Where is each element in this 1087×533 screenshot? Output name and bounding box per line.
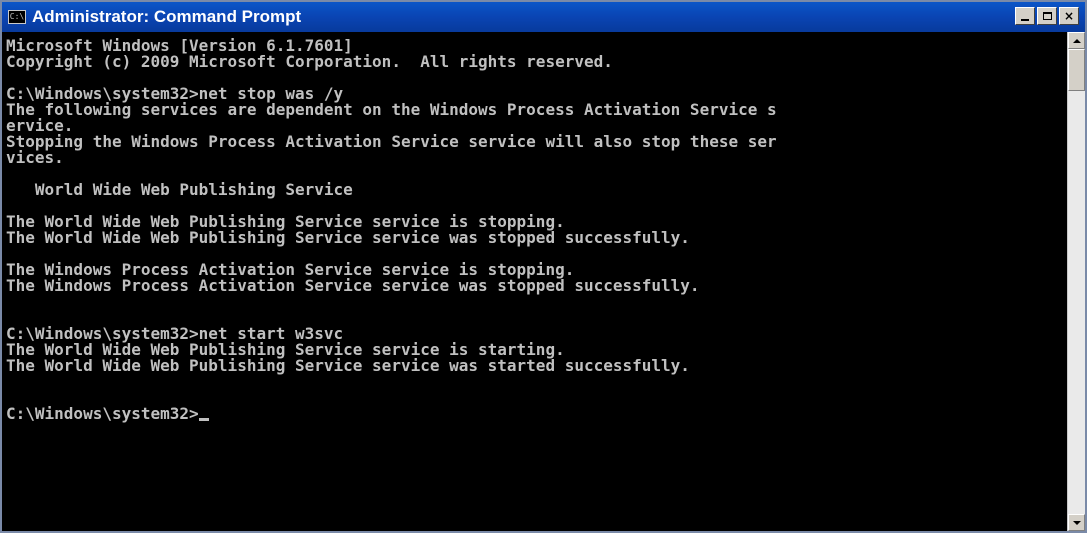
maximize-button[interactable] <box>1037 7 1057 25</box>
minimize-icon <box>1021 19 1029 21</box>
command-prompt-window: C:\ Administrator: Command Prompt × Micr… <box>0 0 1087 533</box>
title-bar[interactable]: C:\ Administrator: Command Prompt × <box>2 2 1085 32</box>
console-line: The World Wide Web Publishing Service se… <box>6 356 690 375</box>
maximize-icon <box>1042 12 1052 20</box>
command-prompt-icon[interactable]: C:\ <box>8 10 26 24</box>
console-line: World Wide Web Publishing Service <box>6 180 353 199</box>
console-lines: Microsoft Windows [Version 6.1.7601] Copy… <box>6 38 1067 406</box>
scroll-thumb[interactable] <box>1068 49 1085 91</box>
close-icon: × <box>1063 9 1075 23</box>
console-line: The World Wide Web Publishing Service se… <box>6 228 690 247</box>
current-prompt-line[interactable]: C:\Windows\system32> <box>6 406 1067 422</box>
scroll-up-button[interactable] <box>1068 32 1085 49</box>
scroll-down-button[interactable] <box>1068 514 1085 531</box>
window-title: Administrator: Command Prompt <box>32 7 302 26</box>
arrow-up-icon <box>1072 38 1081 43</box>
console-line: Copyright (c) 2009 Microsoft Corporation… <box>6 52 613 71</box>
window-controls: × <box>1015 7 1079 25</box>
vertical-scrollbar[interactable] <box>1067 32 1085 531</box>
console-line: The following services are dependent on … <box>6 100 777 119</box>
minimize-button[interactable] <box>1015 7 1035 25</box>
arrow-down-icon <box>1072 520 1081 525</box>
text-cursor <box>198 418 209 421</box>
console-line: vices. <box>6 148 64 167</box>
console-line: Stopping the Windows Process Activation … <box>6 132 777 151</box>
close-button[interactable]: × <box>1059 7 1079 25</box>
console-output[interactable]: Microsoft Windows [Version 6.1.7601] Copy… <box>2 32 1067 531</box>
prompt-text: C:\Windows\system32> <box>6 404 199 423</box>
console-line: The Windows Process Activation Service s… <box>6 276 700 295</box>
